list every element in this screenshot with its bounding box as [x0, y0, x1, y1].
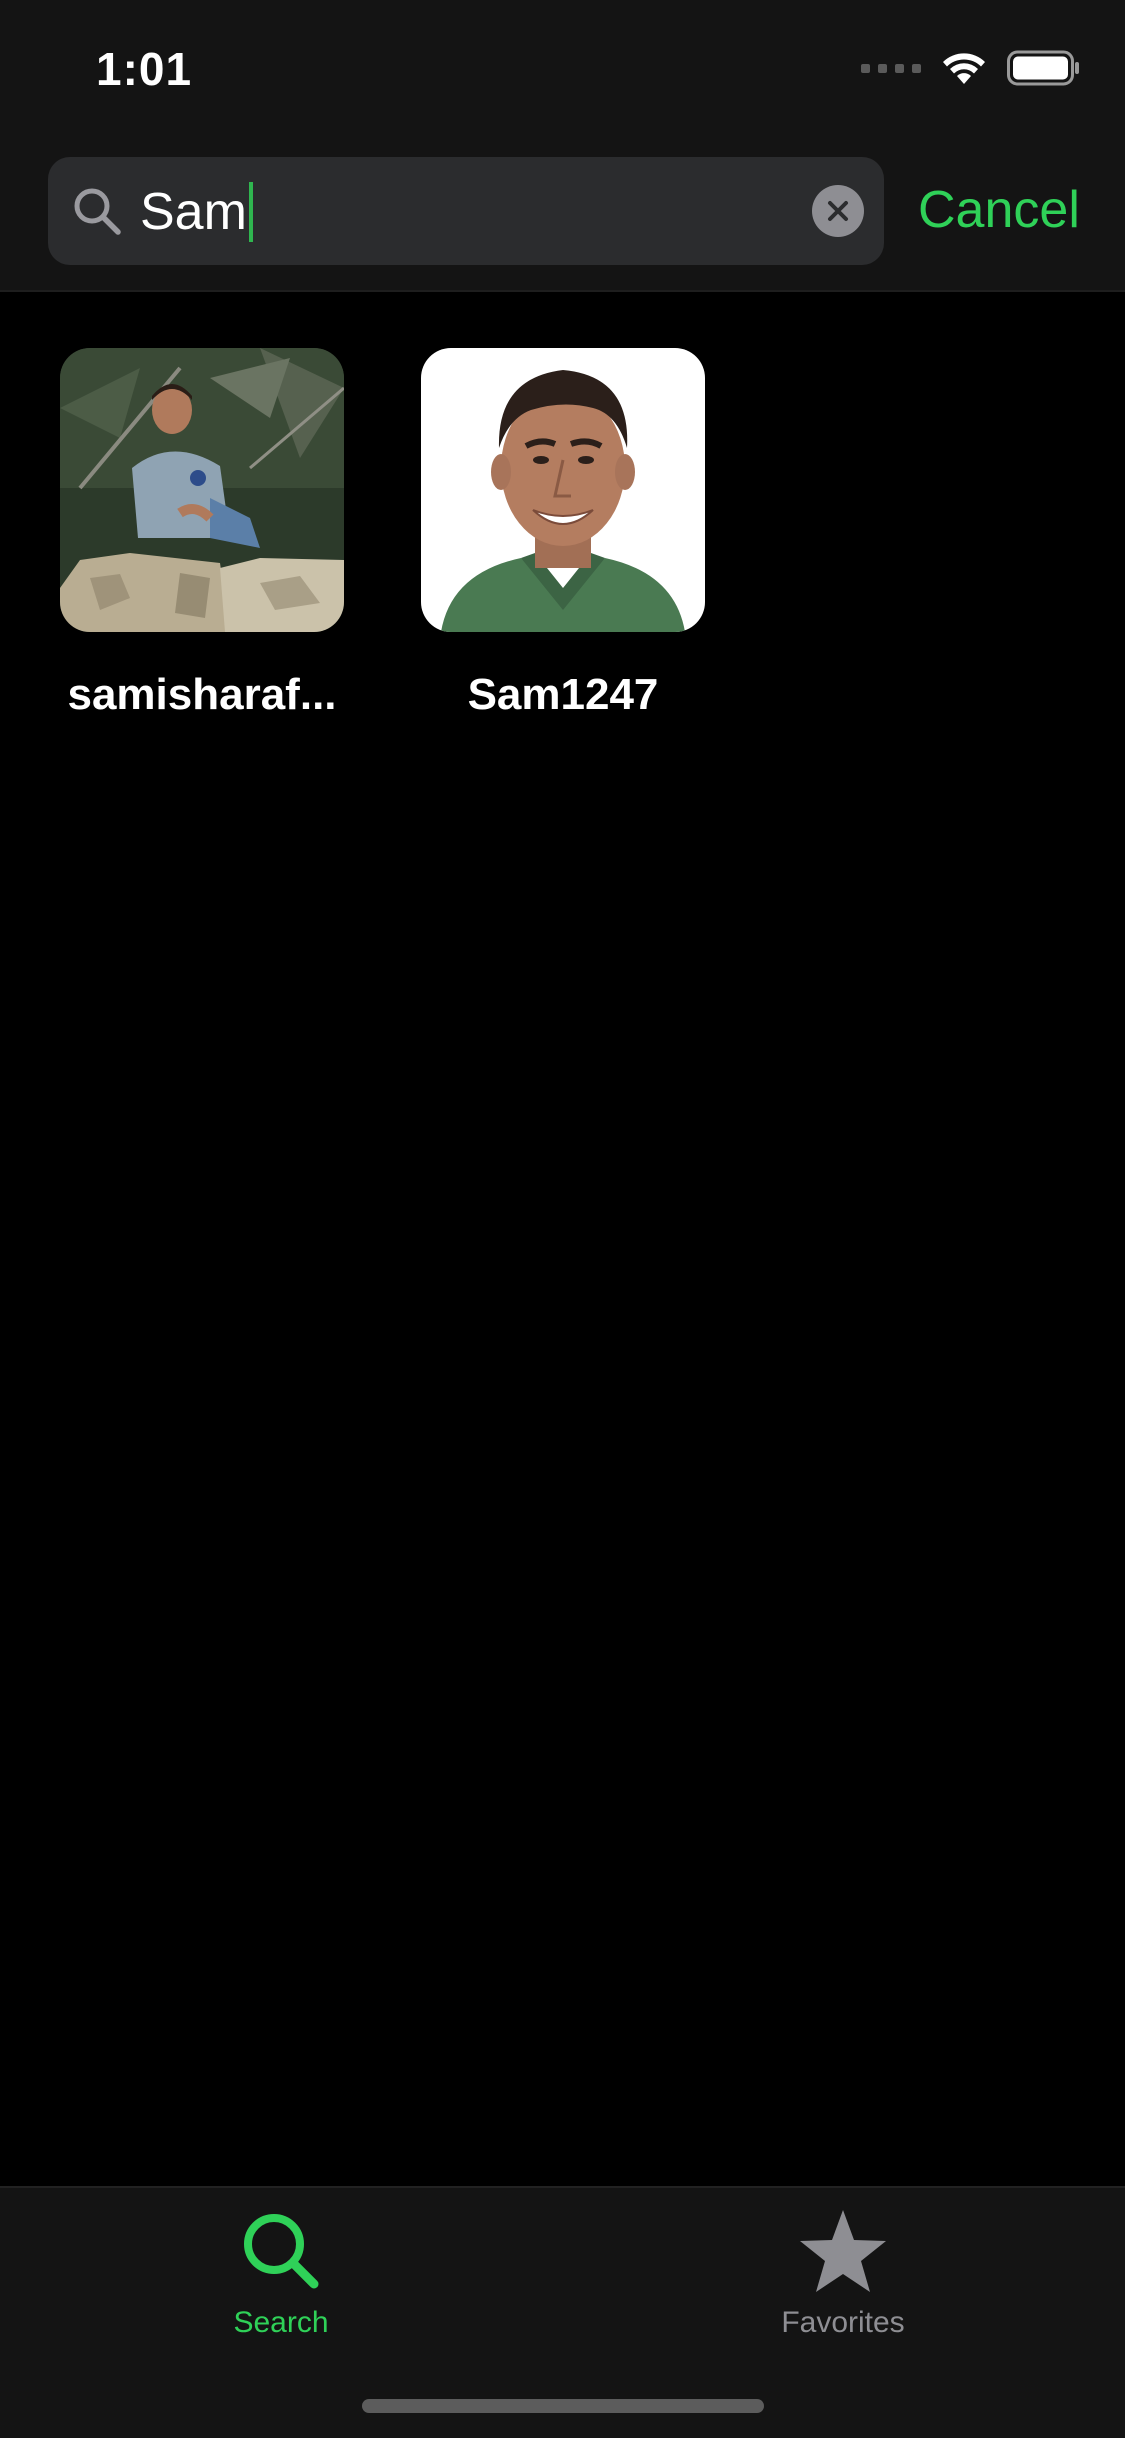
result-name: Sam1247 — [467, 670, 659, 719]
tab-favorites[interactable]: Favorites — [723, 2206, 963, 2340]
avatar-photo — [421, 348, 705, 632]
search-field[interactable]: Sam — [48, 157, 884, 265]
tab-label: Search — [233, 2306, 329, 2339]
result-item[interactable]: Sam1247 — [421, 348, 705, 720]
text-cursor — [248, 182, 253, 242]
magnifier-icon — [74, 188, 121, 235]
status-icons — [861, 50, 1081, 86]
star-icon — [800, 2210, 886, 2292]
clear-search-button[interactable] — [812, 185, 864, 237]
search-header: Sam Cancel — [0, 140, 1125, 292]
status-bar: 1:01 — [0, 0, 1125, 140]
result-name: samisharaf... — [67, 670, 337, 719]
result-item[interactable]: samisharaf... — [60, 348, 344, 720]
battery-icon — [1007, 50, 1079, 86]
tab-bar: Search Favorites — [0, 2186, 1125, 2438]
search-icon — [244, 2214, 319, 2289]
tab-label: Favorites — [781, 2306, 905, 2339]
wifi-icon — [943, 53, 985, 84]
search-query-text: Sam — [140, 183, 247, 241]
tab-search[interactable]: Search — [161, 2206, 401, 2340]
avatar-photo — [60, 348, 344, 632]
close-icon — [828, 201, 848, 221]
home-indicator — [362, 2399, 764, 2413]
search-input[interactable]: Sam — [140, 182, 253, 242]
cancel-button[interactable]: Cancel — [918, 180, 1080, 240]
status-time: 1:01 — [96, 43, 193, 95]
cellular-signal-icon — [861, 63, 921, 73]
